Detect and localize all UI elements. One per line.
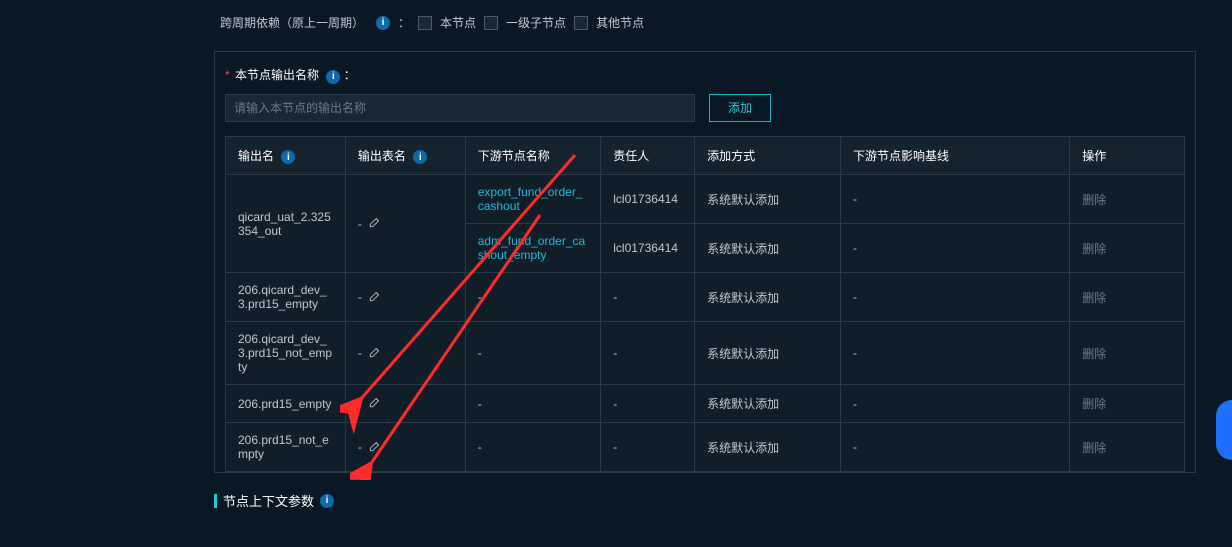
cell-downnode: -: [465, 322, 601, 385]
cell-outtable: -: [345, 273, 465, 322]
output-name-input[interactable]: [225, 94, 695, 122]
dependency-label: 跨周期依赖（原上一周期）: [220, 14, 364, 31]
cell-baseline: -: [840, 175, 1069, 224]
cross-cycle-dependency-row: 跨周期依赖（原上一周期） i ： 本节点 一级子节点 其他节点: [210, 0, 1200, 51]
table-row: 206.qicard_dev_3.prd15_not_empty---系统默认添…: [226, 322, 1185, 385]
th-op: 操作: [1070, 136, 1185, 175]
table-header-row: 输出名 i 输出表名 i 下游节点名称 责任人 添加方式 下游节点影响基线 操作: [226, 136, 1185, 175]
edit-icon[interactable]: [368, 439, 382, 456]
table-row: 206.qicard_dev_3.prd15_empty---系统默认添加-删除: [226, 273, 1185, 322]
required-asterisk: *: [225, 68, 230, 82]
output-table: 输出名 i 输出表名 i 下游节点名称 责任人 添加方式 下游节点影响基线 操作…: [225, 136, 1185, 473]
info-icon[interactable]: i: [281, 150, 295, 164]
delete-button[interactable]: 删除: [1070, 175, 1185, 224]
cell-owner: -: [601, 322, 695, 385]
cell-addmode: 系统默认添加: [695, 224, 841, 273]
th-addmode: 添加方式: [695, 136, 841, 175]
cell-addmode: 系统默认添加: [695, 423, 841, 472]
cell-outname: 206.prd15_not_empty: [226, 423, 346, 472]
cell-baseline: -: [840, 423, 1069, 472]
cell-baseline: -: [840, 322, 1069, 385]
edit-icon[interactable]: [368, 345, 382, 362]
cell-owner: -: [601, 273, 695, 322]
cell-outtable: -: [345, 385, 465, 423]
outtable-value: -: [358, 290, 362, 304]
checkbox-other-node[interactable]: [574, 16, 588, 30]
delete-button[interactable]: 删除: [1070, 423, 1185, 472]
side-floating-button[interactable]: [1216, 400, 1232, 460]
checkbox-label-child: 一级子节点: [506, 14, 566, 31]
th-outtable-text: 输出表名: [358, 149, 406, 163]
cell-downnode: -: [465, 273, 601, 322]
info-icon[interactable]: i: [376, 16, 390, 30]
outtable-value: -: [358, 440, 362, 454]
checkbox-label-self: 本节点: [440, 14, 476, 31]
th-downnode: 下游节点名称: [465, 136, 601, 175]
cell-owner: lcl01736414: [601, 224, 695, 273]
delete-button[interactable]: 删除: [1070, 385, 1185, 423]
info-icon[interactable]: i: [326, 70, 340, 84]
section-title: * 本节点输出名称 i ：: [225, 66, 1185, 84]
cell-outtable: -: [345, 322, 465, 385]
th-baseline: 下游节点影响基线: [840, 136, 1069, 175]
outtable-value: -: [358, 397, 362, 411]
cell-owner: lcl01736414: [601, 175, 695, 224]
info-icon[interactable]: i: [413, 150, 427, 164]
delete-button[interactable]: 删除: [1070, 224, 1185, 273]
edit-icon[interactable]: [368, 215, 382, 232]
cell-owner: -: [601, 385, 695, 423]
checkbox-self-node[interactable]: [418, 16, 432, 30]
colon: ：: [398, 14, 410, 31]
title-bar-icon: [214, 494, 217, 508]
cell-outname: qicard_uat_2.325354_out: [226, 175, 346, 273]
table-row: 206.prd15_empty---系统默认添加-删除: [226, 385, 1185, 423]
delete-button[interactable]: 删除: [1070, 322, 1185, 385]
th-outtable: 输出表名 i: [345, 136, 465, 175]
delete-button[interactable]: 删除: [1070, 273, 1185, 322]
edit-icon[interactable]: [368, 395, 382, 412]
cell-downnode: -: [465, 423, 601, 472]
cell-addmode: 系统默认添加: [695, 385, 841, 423]
outtable-value: -: [358, 346, 362, 360]
cell-addmode: 系统默认添加: [695, 322, 841, 385]
output-names-section: * 本节点输出名称 i ： 添加 输出名 i 输出表名 i: [214, 51, 1196, 473]
edit-icon[interactable]: [368, 289, 382, 306]
context-params-text: 节点上下文参数: [223, 491, 314, 510]
cell-baseline: -: [840, 273, 1069, 322]
cell-outname: 206.prd15_empty: [226, 385, 346, 423]
th-outname-text: 输出名: [238, 149, 274, 163]
table-row: qicard_uat_2.325354_out-export_fund_orde…: [226, 175, 1185, 224]
outtable-value: -: [358, 217, 362, 231]
section-title-text: 本节点输出名称: [235, 68, 319, 82]
cell-baseline: -: [840, 224, 1069, 273]
add-button[interactable]: 添加: [709, 94, 771, 122]
info-icon[interactable]: i: [320, 494, 334, 508]
th-owner: 责任人: [601, 136, 695, 175]
cell-baseline: -: [840, 385, 1069, 423]
th-outname: 输出名 i: [226, 136, 346, 175]
cell-downnode[interactable]: adm_fund_order_cashout_empty: [465, 224, 601, 273]
cell-outtable: -: [345, 175, 465, 273]
cell-owner: -: [601, 423, 695, 472]
checkbox-label-other: 其他节点: [596, 14, 644, 31]
cell-outname: 206.qicard_dev_3.prd15_empty: [226, 273, 346, 322]
context-params-title: 节点上下文参数 i: [214, 491, 1196, 510]
cell-downnode: -: [465, 385, 601, 423]
colon: ：: [344, 68, 356, 82]
cell-outtable: -: [345, 423, 465, 472]
table-row: 206.prd15_not_empty---系统默认添加-删除: [226, 423, 1185, 472]
cell-addmode: 系统默认添加: [695, 175, 841, 224]
cell-addmode: 系统默认添加: [695, 273, 841, 322]
cell-outname: 206.qicard_dev_3.prd15_not_empty: [226, 322, 346, 385]
checkbox-child-node[interactable]: [484, 16, 498, 30]
cell-downnode[interactable]: export_fund_order_cashout: [465, 175, 601, 224]
